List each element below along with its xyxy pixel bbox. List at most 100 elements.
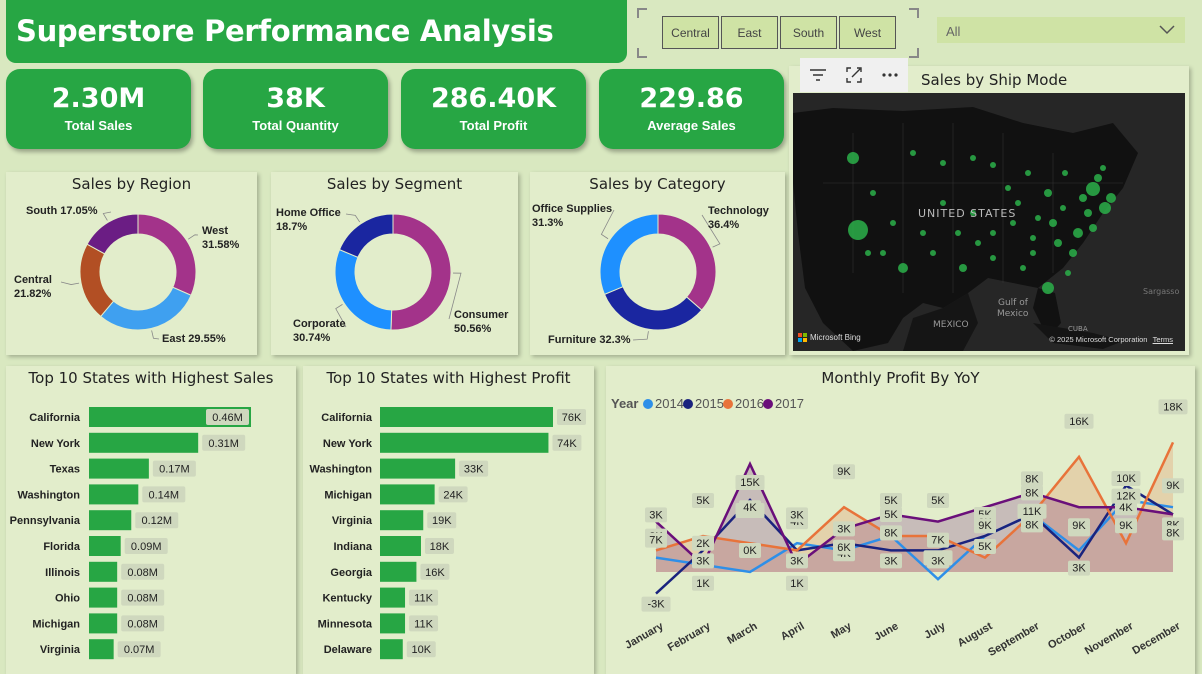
map-bubble[interactable] <box>898 263 908 273</box>
donut-label: 18.7% <box>276 221 307 233</box>
filter-icon[interactable] <box>800 58 836 92</box>
donut-slice-central[interactable] <box>79 243 115 318</box>
map-bubble[interactable] <box>990 230 996 236</box>
map-bubble[interactable] <box>940 200 946 206</box>
map-bubble[interactable] <box>865 250 871 256</box>
bar-delaware[interactable] <box>380 639 403 660</box>
category-donut-chart[interactable]: Technology 36.4% Furniture 32.3% Office Sup… <box>530 172 785 355</box>
bar-georgia[interactable] <box>380 561 417 582</box>
bar-washington[interactable] <box>89 484 139 505</box>
map-bubble[interactable] <box>1106 193 1116 203</box>
map-visual[interactable]: UNITED STATES Gulf of Mexico MEXICO CUBA… <box>793 93 1185 351</box>
bar-new-york[interactable] <box>380 432 549 453</box>
bar-minnesota[interactable] <box>380 613 406 634</box>
bar-michigan[interactable] <box>89 613 118 634</box>
bar-ohio[interactable] <box>89 587 118 608</box>
x-tick-label: December <box>1130 620 1183 657</box>
map-bubble[interactable] <box>955 230 961 236</box>
bar-virginia[interactable] <box>89 639 114 660</box>
bar-california[interactable] <box>380 407 553 427</box>
donut-slice-home-office[interactable] <box>338 213 394 259</box>
map-bubble[interactable] <box>1089 224 1097 232</box>
bar-illinois[interactable] <box>89 561 118 582</box>
map-bubble[interactable] <box>1042 282 1054 294</box>
region-donut-chart[interactable]: West 31.58% East 29.55% Central 21.82% South … <box>6 172 257 355</box>
bar-washington[interactable] <box>380 458 456 479</box>
top-states-profit-chart[interactable]: California 76K New York 74K Washington 33K Mic… <box>303 366 594 674</box>
map-bubble[interactable] <box>1049 219 1057 227</box>
slicer-button-east[interactable]: East <box>721 16 778 49</box>
donut-label: Home Office <box>276 207 341 219</box>
map-bubble[interactable] <box>1062 170 1068 176</box>
monthly-profit-chart[interactable]: Year20142015201620172K2K0K4K3K5K-1K5K8K3… <box>606 366 1195 674</box>
map-bubble[interactable] <box>1079 194 1087 202</box>
leader-line <box>102 211 112 221</box>
top-states-sales-chart[interactable]: California 0.46M New York 0.31M Texas 0.17M Wa… <box>6 366 296 674</box>
bar-kentucky[interactable] <box>380 587 406 608</box>
bar-texas[interactable] <box>89 458 149 479</box>
legend-item-2017[interactable]: 2017 <box>775 396 804 411</box>
map-bubble[interactable] <box>959 264 967 272</box>
map-bubble[interactable] <box>1025 170 1031 176</box>
legend-item-2016[interactable]: 2016 <box>735 396 764 411</box>
donut-slice-west[interactable] <box>137 213 197 296</box>
map-bubble[interactable] <box>1054 239 1062 247</box>
map-bubble[interactable] <box>1084 209 1092 217</box>
map-bubble[interactable] <box>990 162 996 168</box>
line-data-label: 6K <box>837 542 851 554</box>
line-data-label: 3K <box>837 523 851 535</box>
map-bubble[interactable] <box>1035 215 1041 221</box>
map-bubble[interactable] <box>1030 250 1036 256</box>
map-bubble[interactable] <box>870 190 876 196</box>
slicer-button-west[interactable]: West <box>839 16 896 49</box>
donut-slice-consumer[interactable] <box>390 213 452 331</box>
slicer-button-south[interactable]: South <box>780 16 837 49</box>
map-bubble[interactable] <box>1073 228 1083 238</box>
map-bubble[interactable] <box>1015 200 1021 206</box>
bar-indiana[interactable] <box>380 536 421 556</box>
map-bubble[interactable] <box>1094 174 1102 182</box>
legend-item-2014[interactable]: 2014 <box>655 396 684 411</box>
bar-new-york[interactable] <box>89 432 199 453</box>
segment-donut-chart[interactable]: Consumer 50.56% Corporate 30.74% Home Office… <box>271 172 518 355</box>
map-bubble[interactable] <box>1086 182 1100 196</box>
map-bubble[interactable] <box>1065 270 1071 276</box>
legend-item-2015[interactable]: 2015 <box>695 396 724 411</box>
terms-link[interactable]: Terms <box>1153 335 1173 344</box>
map-bubble[interactable] <box>1010 220 1016 226</box>
map-bubble[interactable] <box>970 155 976 161</box>
map-bubble[interactable] <box>975 240 981 246</box>
focus-mode-icon[interactable] <box>836 58 872 92</box>
map-bubble[interactable] <box>880 250 886 256</box>
filter-dropdown[interactable]: All <box>937 17 1185 43</box>
bar-virginia[interactable] <box>380 510 424 531</box>
bar-florida[interactable] <box>89 536 121 556</box>
map-bubble[interactable] <box>847 152 859 164</box>
donut-slice-furniture[interactable] <box>603 285 703 331</box>
donut-slice-east[interactable] <box>99 286 192 331</box>
map-bubble[interactable] <box>990 255 996 261</box>
map-bubble[interactable] <box>1044 189 1052 197</box>
map-bubble[interactable] <box>1060 205 1066 211</box>
bar-data-label: 0.07M <box>124 644 155 656</box>
map-bubble[interactable] <box>930 250 936 256</box>
map-bubble[interactable] <box>1099 202 1111 214</box>
map-bubble[interactable] <box>1100 165 1106 171</box>
donut-label: Technology <box>708 205 770 217</box>
slicer-button-central[interactable]: Central <box>662 16 719 49</box>
map-bubble[interactable] <box>848 220 868 240</box>
map-bubble[interactable] <box>920 230 926 236</box>
map-bubble[interactable] <box>1005 185 1011 191</box>
donut-slice-south[interactable] <box>86 213 139 255</box>
map-bubble[interactable] <box>940 160 946 166</box>
x-tick-label: July <box>922 620 948 642</box>
donut-slice-office-supplies[interactable] <box>599 213 659 296</box>
map-bubble[interactable] <box>910 150 916 156</box>
map-bubble[interactable] <box>1020 265 1026 271</box>
bar-michigan[interactable] <box>380 484 435 505</box>
bar-pennsylvania[interactable] <box>89 510 132 531</box>
more-options-icon[interactable] <box>872 58 908 92</box>
map-bubble[interactable] <box>1069 249 1077 257</box>
map-bubble[interactable] <box>890 220 896 226</box>
map-bubble[interactable] <box>1030 235 1036 241</box>
